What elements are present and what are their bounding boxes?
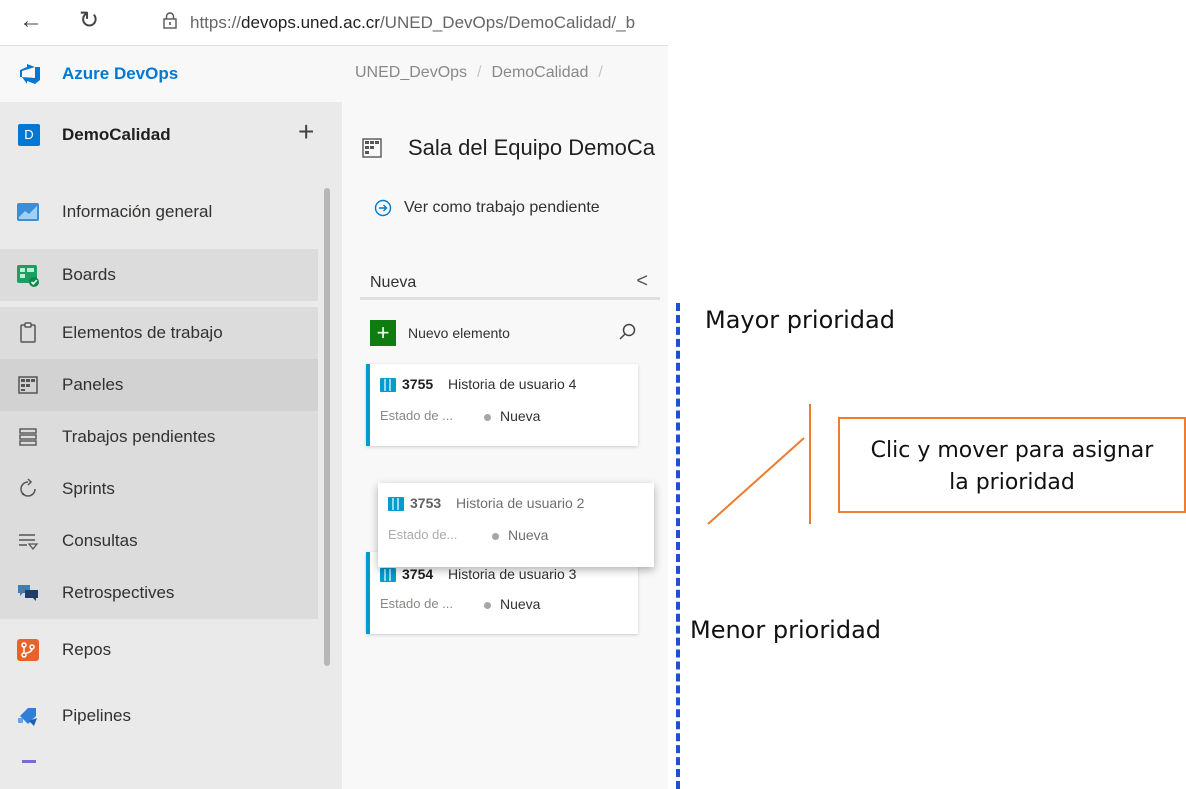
- lock-icon: [163, 12, 177, 29]
- sidebar-item-queries[interactable]: Consultas: [0, 515, 318, 567]
- state-label: Estado de ...: [380, 408, 453, 423]
- repos-icon: [17, 639, 39, 661]
- page-title: Sala del Equipo DemoCa: [408, 135, 656, 160]
- sidebar-item-boards[interactable]: Boards: [0, 249, 318, 301]
- project-header[interactable]: D DemoCalidad +: [0, 102, 342, 166]
- higher-priority-note: Mayor prioridad: [705, 306, 895, 334]
- state-dot-icon: [484, 414, 491, 421]
- work-item-card[interactable]: 3755 Historia de usuario 4 Estado de ...…: [366, 364, 638, 446]
- user-story-icon: [380, 378, 396, 392]
- sidebar: D DemoCalidad + Información general Boar…: [0, 102, 342, 789]
- browser-toolbar: ← ↻ https://devops.uned.ac.cr/UNED_DevOp…: [0, 0, 668, 46]
- url-path: /UNED_DevOps/DemoCalidad/_b: [379, 13, 636, 32]
- sidebar-item-overview[interactable]: Información general: [0, 186, 318, 238]
- sidebar-item-label: Sprints: [62, 479, 115, 498]
- user-story-icon: [388, 497, 404, 511]
- board-area: Sala del Equipo DemoCa Ver como trabajo …: [342, 102, 668, 789]
- breadcrumb-separator: /: [477, 64, 482, 81]
- dragged-work-item-card[interactable]: 3753 Historia de usuario 2 Estado de... …: [378, 483, 654, 567]
- plus-icon: +: [370, 320, 396, 346]
- project-avatar: D: [18, 124, 40, 146]
- url-prefix: https://: [190, 13, 242, 32]
- sidebar-item-backlogs[interactable]: Trabajos pendientes: [0, 411, 318, 463]
- app-header: Azure DevOps UNED_DevOps / DemoCalidad /: [0, 46, 668, 102]
- state-dot-icon: [492, 533, 499, 540]
- work-item-id[interactable]: 3753: [410, 495, 441, 511]
- callout-pointer: [707, 404, 811, 525]
- lower-priority-note: Menor prioridad: [690, 616, 882, 644]
- url-domain: devops.uned.ac.cr: [241, 13, 380, 32]
- column-title: Nueva: [370, 274, 417, 291]
- address-bar[interactable]: https://devops.uned.ac.cr/UNED_DevOps/De…: [190, 13, 668, 33]
- breadcrumb-org[interactable]: UNED_DevOps: [355, 64, 467, 81]
- refresh-icon[interactable]: ↻: [76, 8, 102, 34]
- callout-line-1: Clic y mover para asignar: [870, 438, 1154, 463]
- view-as-backlog-link[interactable]: Ver como trabajo pendiente: [404, 199, 600, 217]
- sprints-icon: [20, 478, 36, 497]
- sidebar-item-sprints[interactable]: Sprints: [0, 463, 318, 515]
- brand-name[interactable]: Azure DevOps: [62, 64, 178, 84]
- panels-icon: [18, 376, 38, 394]
- boards-icon: [17, 265, 39, 287]
- sidebar-item-label: Consultas: [62, 531, 138, 550]
- sidebar-item-label: Información general: [62, 202, 213, 221]
- state-value[interactable]: Nueva: [500, 596, 540, 612]
- search-icon[interactable]: [618, 322, 638, 342]
- project-name[interactable]: DemoCalidad: [62, 125, 171, 145]
- queries-icon: [19, 534, 39, 551]
- sidebar-item-pipelines[interactable]: Pipelines: [0, 690, 318, 742]
- work-item-title[interactable]: Historia de usuario 2: [456, 495, 584, 511]
- new-item-button[interactable]: + Nuevo elemento: [370, 320, 636, 350]
- priority-dashed-line: [676, 303, 680, 789]
- add-icon[interactable]: +: [298, 116, 314, 148]
- work-item-id[interactable]: 3754: [402, 566, 433, 582]
- backlogs-icon: [19, 428, 37, 446]
- arrow-circle-right-icon[interactable]: [374, 199, 392, 217]
- drag-instruction-callout: Clic y mover para asignar la prioridad: [838, 417, 1186, 513]
- more-items-hint: [22, 760, 36, 763]
- overview-icon: [17, 203, 39, 221]
- chevron-left-icon[interactable]: <: [636, 270, 648, 293]
- sidebar-item-label: Elementos de trabajo: [62, 323, 223, 342]
- state-label: Estado de ...: [380, 596, 453, 611]
- sidebar-item-label: Paneles: [62, 375, 124, 394]
- callout-line-2: la prioridad: [949, 470, 1075, 495]
- breadcrumb-separator: /: [598, 64, 603, 81]
- breadcrumb-project[interactable]: DemoCalidad: [491, 64, 588, 81]
- sidebar-item-label: Trabajos pendientes: [62, 427, 216, 446]
- work-item-title[interactable]: Historia de usuario 4: [448, 376, 576, 392]
- sidebar-item-label: Repos: [62, 640, 112, 659]
- retrospectives-icon: [18, 585, 38, 601]
- pipelines-icon: [18, 708, 37, 726]
- state-value[interactable]: Nueva: [500, 408, 540, 424]
- work-item-id[interactable]: 3755: [402, 376, 433, 392]
- breadcrumb: UNED_DevOps / DemoCalidad /: [355, 64, 668, 82]
- sidebar-item-retrospectives[interactable]: Retrospectives: [0, 567, 318, 619]
- sidebar-item-label: Retrospectives: [62, 583, 175, 602]
- work-items-icon: [20, 322, 36, 343]
- state-label: Estado de...: [388, 527, 458, 542]
- new-item-label: Nuevo elemento: [408, 325, 510, 341]
- column-header: Nueva <: [360, 264, 660, 300]
- state-value[interactable]: Nueva: [508, 527, 548, 543]
- sidebar-item-work-items[interactable]: Elementos de trabajo: [0, 307, 318, 359]
- user-story-icon: [380, 568, 396, 582]
- back-arrow-icon[interactable]: ←: [18, 8, 44, 34]
- sidebar-scrollbar[interactable]: [324, 188, 330, 666]
- board-grid-icon: [362, 138, 382, 158]
- sidebar-item-panels[interactable]: Paneles: [0, 359, 318, 411]
- sidebar-item-repos[interactable]: Repos: [0, 624, 318, 676]
- azure-devops-logo-icon[interactable]: [18, 62, 42, 86]
- sidebar-item-label: Pipelines: [62, 706, 131, 725]
- work-item-title[interactable]: Historia de usuario 3: [448, 566, 576, 582]
- sidebar-item-label: Boards: [62, 265, 116, 284]
- state-dot-icon: [484, 602, 491, 609]
